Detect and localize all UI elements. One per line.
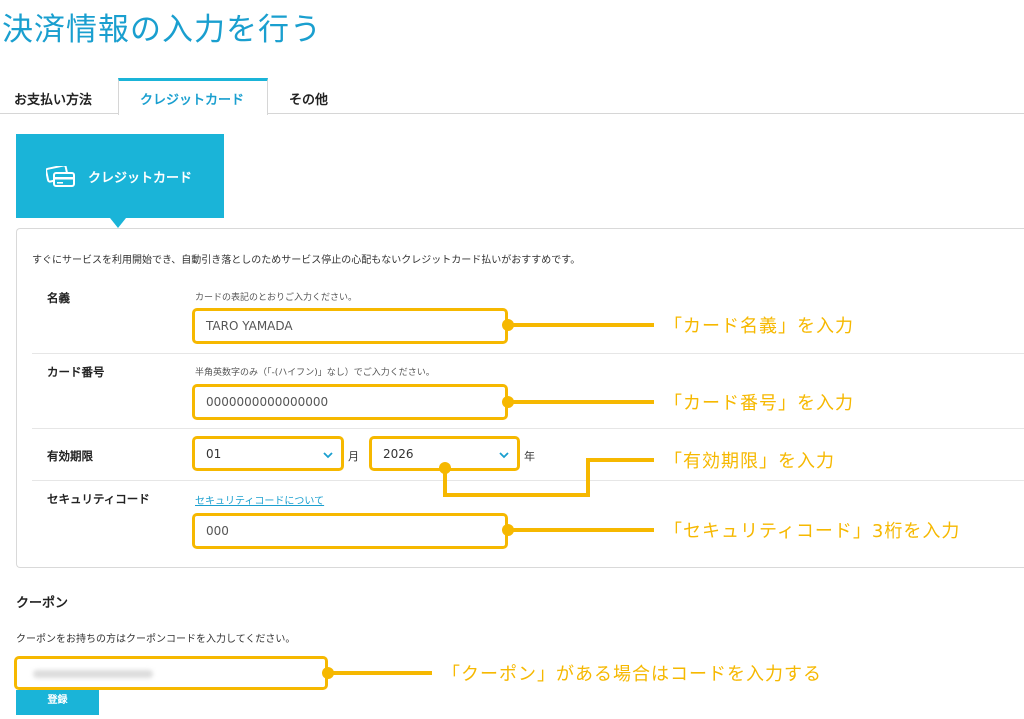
year-unit: 年 <box>524 450 535 463</box>
annotation-line <box>328 671 432 675</box>
coupon-title: クーポン <box>16 596 69 611</box>
card-number-input[interactable]: 0000000000000000 <box>192 384 508 420</box>
annotation-security-code: 「セキュリティコード」3桁を入力 <box>664 521 961 542</box>
chevron-down-icon <box>323 452 333 459</box>
month-unit: 月 <box>348 450 359 463</box>
field-separator <box>32 428 1024 429</box>
security-code-label: セキュリティコード <box>47 492 150 506</box>
tab-label: クレジットカード <box>140 93 245 108</box>
tab-label: その他 <box>289 93 329 108</box>
annotation-line <box>586 458 590 497</box>
tab-payment-method[interactable]: お支払い方法 <box>0 78 118 116</box>
expiry-year-value: 2026 <box>383 447 414 461</box>
register-coupon-button[interactable]: 登録 <box>16 690 99 715</box>
coupon-description: クーポンをお持ちの方はクーポンコードを入力してください。 <box>16 634 296 645</box>
card-holder-name-input[interactable]: TARO YAMADA <box>192 308 508 344</box>
annotation-expiry: 「有効期限」を入力 <box>664 451 835 472</box>
coupon-blurred-value <box>33 670 153 678</box>
expiry-label: 有効期限 <box>47 449 93 463</box>
annotation-name: 「カード名義」を入力 <box>664 316 854 337</box>
annotation-line <box>508 528 654 532</box>
annotation-card-number: 「カード番号」を入力 <box>664 393 854 414</box>
credit-card-icon <box>46 166 75 187</box>
annotation-coupon: 「クーポン」がある場合はコードを入力する <box>442 664 822 685</box>
chevron-down-icon <box>499 452 509 459</box>
selected-pointer <box>110 218 126 228</box>
field-separator <box>32 353 1024 354</box>
tab-label: お支払い方法 <box>14 93 93 108</box>
annotation-line <box>508 323 654 327</box>
form-intro-text: すぐにサービスを利用開始でき、自動引き落としのためサービス停止の心配もないクレジ… <box>32 255 581 266</box>
expiry-month-value: 01 <box>206 447 222 461</box>
annotation-line <box>586 458 654 462</box>
annotation-line <box>443 493 590 497</box>
annotation-line <box>443 468 447 496</box>
tab-credit-card[interactable]: クレジットカード <box>118 78 268 115</box>
payment-method-card-credit[interactable]: クレジットカード <box>16 134 224 218</box>
security-code-info-link[interactable]: セキュリティコードについて <box>195 492 324 507</box>
field-separator <box>32 480 1024 481</box>
name-hint: カードの表記のとおりご入力ください。 <box>195 293 358 303</box>
tab-other[interactable]: その他 <box>268 78 358 116</box>
page-title: 決済情報の入力を行う <box>2 12 322 48</box>
security-code-input[interactable]: 000 <box>192 513 508 549</box>
coupon-code-input[interactable] <box>14 656 328 690</box>
payment-method-label: クレジットカード <box>88 171 193 186</box>
annotation-line <box>508 400 654 404</box>
card-number-hint: 半角英数字のみ（「-(ハイフン)」なし）でご入力ください。 <box>195 368 435 378</box>
name-label: 名義 <box>47 291 70 305</box>
expiry-month-select[interactable]: 01 <box>192 436 344 471</box>
card-number-label: カード番号 <box>47 365 105 379</box>
